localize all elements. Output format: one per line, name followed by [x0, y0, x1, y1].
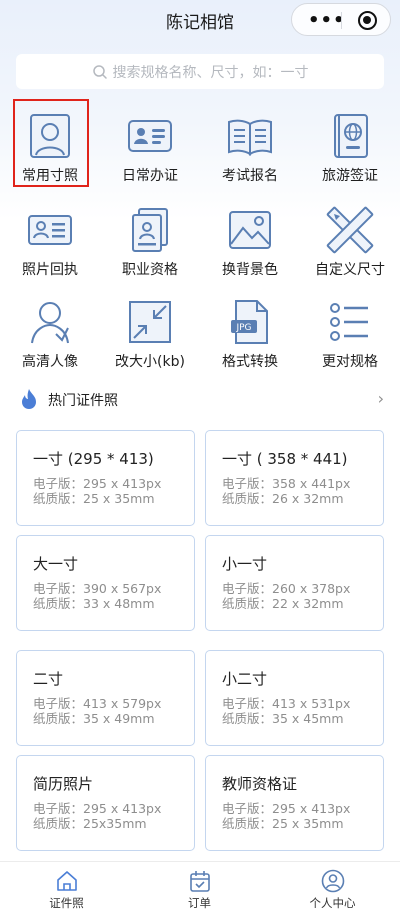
certificate-stack-icon [132, 208, 168, 252]
spec-name: 小一寸 [222, 555, 268, 573]
feature-label: 更对规格 [322, 354, 378, 370]
spec-card[interactable]: 教师资格证 电子版：295 x 413px 纸质版：25 x 35mm [205, 755, 384, 851]
spec-card[interactable]: 一寸 (295 * 413) 电子版：295 x 413px 纸质版：25 x … [16, 430, 195, 526]
feature-daily-certificate[interactable]: 日常办证 [100, 104, 200, 192]
spec-electronic-size: 电子版：413 x 531px [222, 696, 351, 711]
user-circle-icon [321, 869, 345, 893]
spec-card[interactable]: 小一寸 电子版：260 x 378px 纸质版：22 x 32mm [205, 535, 384, 631]
spec-name: 教师资格证 [222, 775, 298, 793]
spec-electronic-size: 电子版：260 x 378px [222, 581, 351, 596]
feature-label: 日常办证 [122, 168, 178, 184]
tab-label: 订单 [188, 896, 211, 910]
tab-label: 个人中心 [309, 896, 356, 910]
svg-text:JPG: JPG [235, 323, 251, 333]
spec-electronic-size: 电子版：295 x 413px [33, 801, 162, 816]
person-icon [31, 302, 69, 344]
spec-electronic-size: 电子版：295 x 413px [33, 476, 162, 491]
selected-feature-frame [13, 99, 89, 187]
open-book-icon [228, 119, 272, 156]
more-menu-button[interactable]: ••• [308, 10, 346, 31]
feature-label: 高清人像 [22, 354, 78, 370]
search-placeholder: 搜索规格名称、尺寸，如：一寸 [112, 64, 309, 81]
passport-icon [334, 114, 368, 158]
list-icon [330, 303, 368, 341]
spec-paper-size: 纸质版：33 x 48mm [33, 596, 155, 611]
spec-electronic-size: 电子版：413 x 579px [33, 696, 162, 711]
feature-custom-size[interactable]: 自定义尺寸 [300, 198, 400, 286]
spec-electronic-size: 电子版：390 x 567px [33, 581, 162, 596]
feature-more-specs[interactable]: 更对规格 [300, 290, 400, 378]
feature-label: 考试报名 [222, 168, 278, 184]
hot-section-title: 热门证件照 [48, 393, 118, 409]
spec-name: 一寸 (295 * 413) [33, 450, 154, 468]
spec-card[interactable]: 简历照片 电子版：295 x 413px 纸质版：25x35mm [16, 755, 195, 851]
feature-label: 换背景色 [222, 262, 278, 278]
feature-label: 职业资格 [122, 262, 178, 278]
tab-orders[interactable]: 订单 [133, 862, 266, 913]
spec-name: 二寸 [33, 670, 64, 688]
spec-paper-size: 纸质版：22 x 32mm [222, 596, 344, 611]
capsule-divider [341, 12, 342, 29]
spec-electronic-size: 电子版：358 x 441px [222, 476, 351, 491]
feature-label: 旅游签证 [322, 168, 378, 184]
mini-program-capsule: ••• [291, 3, 391, 36]
feature-hd-portrait[interactable]: 高清人像 [0, 290, 100, 378]
feature-photo-receipt[interactable]: 照片回执 [0, 198, 100, 286]
feature-professional-qualification[interactable]: 职业资格 [100, 198, 200, 286]
search-icon [92, 64, 107, 79]
hot-section-header[interactable]: 热门证件照 › [16, 387, 388, 413]
feature-label: 自定义尺寸 [315, 262, 385, 278]
spec-card[interactable]: 小二寸 电子版：413 x 531px 纸质版：35 x 45mm [205, 650, 384, 746]
spec-card[interactable]: 大一寸 电子版：390 x 567px 纸质版：33 x 48mm [16, 535, 195, 631]
spec-paper-size: 纸质版：35 x 45mm [222, 711, 344, 726]
search-input[interactable]: 搜索规格名称、尺寸，如：一寸 [16, 54, 384, 89]
spec-paper-size: 纸质版：25 x 35mm [222, 816, 344, 831]
tab-profile[interactable]: 个人中心 [266, 862, 399, 913]
receipt-card-icon [28, 215, 72, 245]
feature-exam-registration[interactable]: 考试报名 [200, 104, 300, 192]
navigation-bar: 陈记相馆 ••• [0, 0, 400, 44]
resize-arrows-icon [129, 301, 171, 343]
ruler-pencil-icon [326, 206, 374, 254]
tab-label: 证件照 [49, 896, 84, 910]
spec-electronic-size: 电子版：295 x 413px [222, 801, 351, 816]
spec-name: 小二寸 [222, 670, 268, 688]
spec-paper-size: 纸质版：25 x 35mm [33, 491, 155, 506]
feature-label: 改大小(kb) [115, 354, 185, 370]
feature-travel-visa[interactable]: 旅游签证 [300, 104, 400, 192]
spec-paper-size: 纸质版：35 x 49mm [33, 711, 155, 726]
feature-format-convert[interactable]: JPG 格式转换 [200, 290, 300, 378]
feature-label: 格式转换 [222, 354, 278, 370]
spec-name: 一寸 ( 358 * 441) [222, 450, 348, 468]
spec-card[interactable]: 一寸 ( 358 * 441) 电子版：358 x 441px 纸质版：26 x… [205, 430, 384, 526]
feature-label: 照片回执 [22, 262, 78, 278]
spec-name: 大一寸 [33, 555, 79, 573]
flame-icon [22, 389, 36, 409]
target-icon[interactable] [358, 11, 377, 30]
jpg-file-icon: JPG [231, 300, 268, 344]
chevron-right-icon[interactable]: › [378, 389, 384, 408]
id-card-icon [128, 120, 172, 152]
calendar-check-icon [190, 871, 210, 892]
feature-resize-kb[interactable]: 改大小(kb) [100, 290, 200, 378]
spec-card[interactable]: 二寸 电子版：413 x 579px 纸质版：35 x 49mm [16, 650, 195, 746]
feature-change-background[interactable]: 换背景色 [200, 198, 300, 286]
image-icon [229, 211, 271, 249]
spec-paper-size: 纸质版：25x35mm [33, 816, 147, 831]
home-icon [57, 871, 77, 891]
tab-id-photo[interactable]: 证件照 [0, 862, 133, 913]
tab-bar: 证件照 订单 个人中心 [0, 861, 400, 913]
spec-paper-size: 纸质版：26 x 32mm [222, 491, 344, 506]
spec-name: 简历照片 [33, 775, 94, 793]
